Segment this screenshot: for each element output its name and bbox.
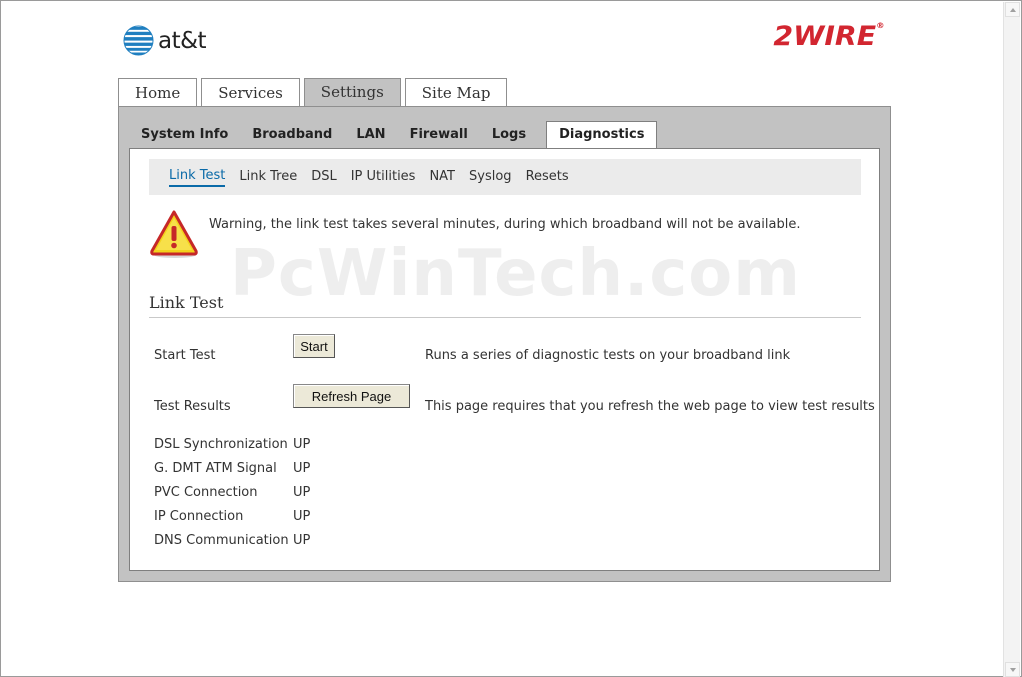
status-value-ip: UP bbox=[293, 509, 311, 524]
att-globe-icon bbox=[123, 25, 154, 56]
warning-message: Warning, the link test takes several min… bbox=[149, 209, 800, 259]
settings-sub-tabs: System Info Broadband LAN Firewall Logs … bbox=[129, 121, 658, 149]
tab-diagnostics[interactable]: Diagnostics bbox=[546, 121, 658, 149]
2wire-wordmark: 2WIRE bbox=[773, 21, 877, 52]
diagnostics-sub-nav: Link Test Link Tree DSL IP Utilities NAT… bbox=[149, 159, 861, 195]
subnav-ip-utilities[interactable]: IP Utilities bbox=[351, 168, 416, 186]
status-name-atm-signal: G. DMT ATM Signal bbox=[154, 461, 277, 476]
tab-lan[interactable]: LAN bbox=[344, 121, 397, 149]
subnav-syslog[interactable]: Syslog bbox=[469, 168, 512, 186]
refresh-page-button[interactable]: Refresh Page bbox=[293, 384, 410, 408]
status-value-dns: UP bbox=[293, 533, 311, 548]
tab-home[interactable]: Home bbox=[118, 78, 198, 106]
vertical-scrollbar[interactable] bbox=[1003, 2, 1020, 677]
status-value-atm-signal: UP bbox=[293, 461, 311, 476]
tab-services[interactable]: Services bbox=[201, 78, 300, 106]
registered-mark: ® bbox=[876, 21, 885, 30]
subnav-link-test[interactable]: Link Test bbox=[169, 167, 226, 187]
test-results-description: This page requires that you refresh the … bbox=[425, 399, 875, 414]
tab-settings[interactable]: Settings bbox=[303, 78, 401, 107]
diagnostics-content: Link Test Link Tree DSL IP Utilities NAT… bbox=[129, 148, 880, 571]
scroll-up-icon[interactable] bbox=[1005, 2, 1020, 17]
tab-logs[interactable]: Logs bbox=[480, 121, 538, 149]
tab-system-info[interactable]: System Info bbox=[129, 121, 240, 149]
subnav-dsl[interactable]: DSL bbox=[311, 168, 337, 186]
main-tabs: Home Services Settings Site Map bbox=[118, 78, 511, 107]
tab-site-map[interactable]: Site Map bbox=[404, 78, 508, 106]
subnav-link-tree[interactable]: Link Tree bbox=[239, 168, 297, 186]
test-results-label: Test Results bbox=[154, 399, 231, 414]
subnav-resets[interactable]: Resets bbox=[526, 168, 569, 186]
2wire-logo: 2WIRE® bbox=[773, 21, 884, 52]
warning-text: Warning, the link test takes several min… bbox=[209, 217, 801, 232]
status-value-dsl-sync: UP bbox=[293, 437, 311, 452]
status-name-dns: DNS Communication bbox=[154, 533, 289, 548]
tab-firewall[interactable]: Firewall bbox=[398, 121, 480, 149]
start-button[interactable]: Start bbox=[293, 334, 335, 358]
browser-viewport: at&t 2WIRE® Home Services Settings Site … bbox=[0, 0, 1022, 677]
att-logo: at&t bbox=[123, 25, 207, 56]
status-value-pvc: UP bbox=[293, 485, 311, 500]
start-test-description: Runs a series of diagnostic tests on you… bbox=[425, 348, 791, 363]
start-test-label: Start Test bbox=[154, 348, 216, 363]
status-name-dsl-sync: DSL Synchronization bbox=[154, 437, 288, 452]
section-title: Link Test bbox=[149, 293, 861, 318]
scroll-down-icon[interactable] bbox=[1005, 662, 1020, 677]
status-name-ip: IP Connection bbox=[154, 509, 244, 524]
att-wordmark: at&t bbox=[158, 27, 207, 54]
settings-panel: System Info Broadband LAN Firewall Logs … bbox=[118, 106, 891, 582]
status-name-pvc: PVC Connection bbox=[154, 485, 258, 500]
subnav-nat[interactable]: NAT bbox=[429, 168, 455, 186]
tab-broadband[interactable]: Broadband bbox=[240, 121, 344, 149]
warning-icon bbox=[150, 210, 198, 258]
